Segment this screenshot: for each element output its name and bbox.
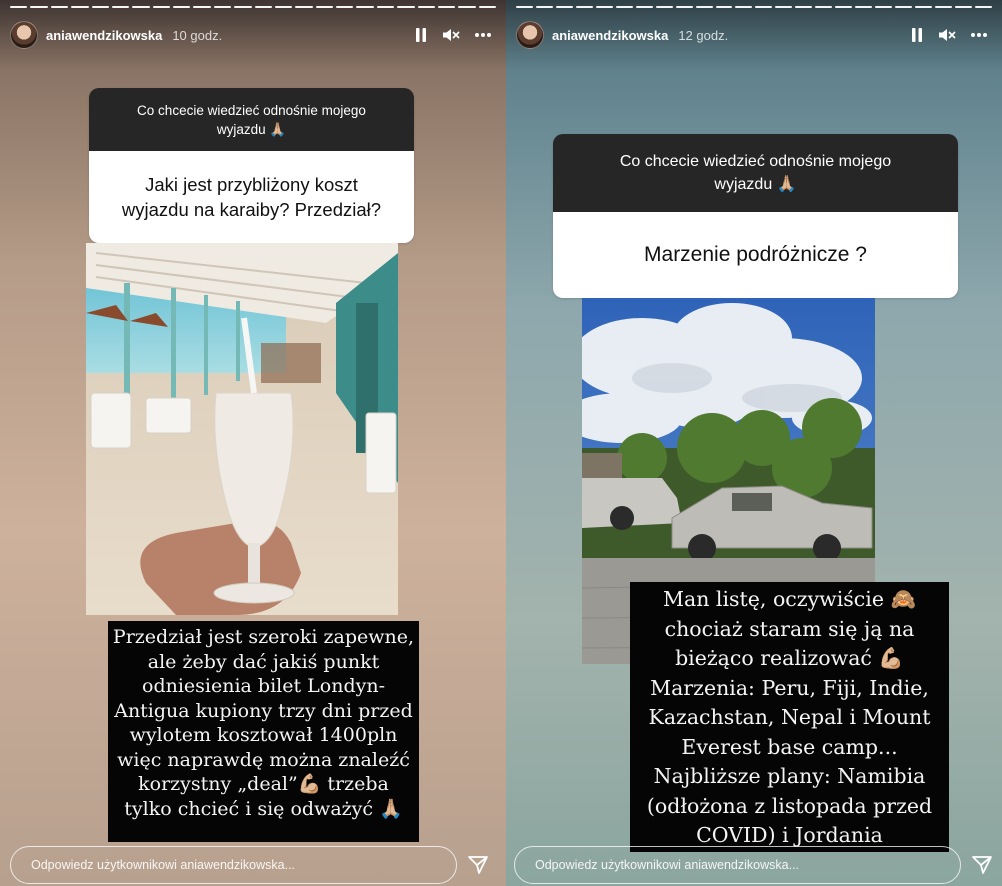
progress-segment [516, 6, 533, 8]
avatar[interactable] [516, 21, 544, 49]
progress-segment [795, 6, 813, 8]
story-header: aniawendzikowska 10 godz. [10, 20, 492, 50]
speaker-muted-icon[interactable] [442, 27, 460, 43]
progress-segment [555, 6, 573, 8]
progress-segment [50, 6, 69, 8]
paper-plane-icon[interactable] [970, 853, 994, 877]
progress-segment [254, 6, 272, 8]
progress-segment [234, 6, 252, 8]
progress-segment [193, 6, 211, 8]
post-time: 12 godz. [678, 27, 729, 43]
progress-segment [274, 6, 293, 8]
progress-segment [735, 6, 753, 8]
progress-segment [974, 6, 992, 8]
progress-segment [855, 6, 873, 8]
progress-segment [437, 6, 456, 8]
progress-segment [478, 6, 496, 8]
more-horizontal-icon[interactable] [474, 32, 492, 38]
progress-segment [417, 6, 435, 8]
progress-segment [173, 6, 191, 8]
story-progress-bar [516, 6, 992, 8]
progress-segment [295, 6, 313, 8]
progress-segment [595, 6, 613, 8]
username[interactable]: aniawendzikowska [46, 28, 162, 43]
progress-segment [655, 6, 673, 8]
progress-segment [775, 6, 793, 8]
reply-bar: Odpowiedz użytkownikowi aniawendzikowska… [514, 846, 994, 884]
pause-icon[interactable] [414, 27, 428, 43]
reply-input[interactable]: Odpowiedz użytkownikowi aniawendzikowska… [10, 846, 457, 884]
progress-segment [535, 6, 553, 8]
question-prompt: Co chcecie wiedzieć odnośnie mojego wyja… [89, 88, 414, 151]
reply-bar: Odpowiedz użytkownikowi aniawendzikowska… [10, 846, 490, 884]
progress-segment [152, 6, 170, 8]
progress-segment [935, 6, 952, 8]
question-answer: Jaki jest przybliżony koszt wyjazdu na k… [89, 151, 414, 243]
more-horizontal-icon[interactable] [970, 32, 988, 38]
progress-segment [875, 6, 893, 8]
question-sticker: Co chcecie wiedzieć odnośnie mojego wyja… [553, 134, 958, 298]
avatar[interactable] [10, 21, 38, 49]
progress-segment [91, 6, 109, 8]
progress-segment [575, 6, 593, 8]
progress-segment [458, 6, 476, 8]
progress-segment [835, 6, 853, 8]
question-prompt: Co chcecie wiedzieć odnośnie mojego wyja… [553, 134, 958, 212]
progress-segment [954, 6, 972, 8]
progress-segment [111, 6, 130, 8]
story-progress-bar [10, 6, 496, 8]
progress-segment [315, 6, 333, 8]
progress-segment [895, 6, 913, 8]
progress-segment [132, 6, 150, 8]
story-panel-right[interactable]: aniawendzikowska 12 godz. Co chcecie wie… [506, 0, 1002, 886]
speaker-muted-icon[interactable] [938, 27, 956, 43]
post-time: 10 godz. [172, 27, 223, 43]
story-header: aniawendzikowska 12 godz. [516, 20, 988, 50]
progress-segment [675, 6, 693, 8]
progress-segment [615, 6, 633, 8]
progress-segment [336, 6, 354, 8]
progress-segment [213, 6, 232, 8]
story-caption: Przedział jest szeroki zapewne, ale żeby… [108, 621, 419, 842]
username[interactable]: aniawendzikowska [552, 28, 668, 43]
progress-segment [815, 6, 833, 8]
progress-segment [695, 6, 713, 8]
progress-segment [356, 6, 374, 8]
story-panel-left[interactable]: aniawendzikowska 10 godz. Co chcecie wie… [0, 0, 506, 886]
progress-segment [715, 6, 733, 8]
question-answer: Marzenie podróżnicze ? [553, 212, 958, 298]
question-sticker: Co chcecie wiedzieć odnośnie mojego wyja… [89, 88, 414, 243]
progress-segment [376, 6, 395, 8]
beach-drink-photo [86, 243, 398, 615]
progress-segment [397, 6, 415, 8]
progress-segment [71, 6, 89, 8]
progress-segment [915, 6, 933, 8]
pause-icon[interactable] [910, 27, 924, 43]
progress-segment [755, 6, 773, 8]
progress-segment [635, 6, 653, 8]
progress-segment [10, 6, 28, 8]
reply-input[interactable]: Odpowiedz użytkownikowi aniawendzikowska… [514, 846, 961, 884]
paper-plane-icon[interactable] [466, 853, 490, 877]
story-caption: Man listę, oczywiście 🙈 chociaż staram s… [630, 582, 949, 852]
progress-segment [30, 6, 48, 8]
